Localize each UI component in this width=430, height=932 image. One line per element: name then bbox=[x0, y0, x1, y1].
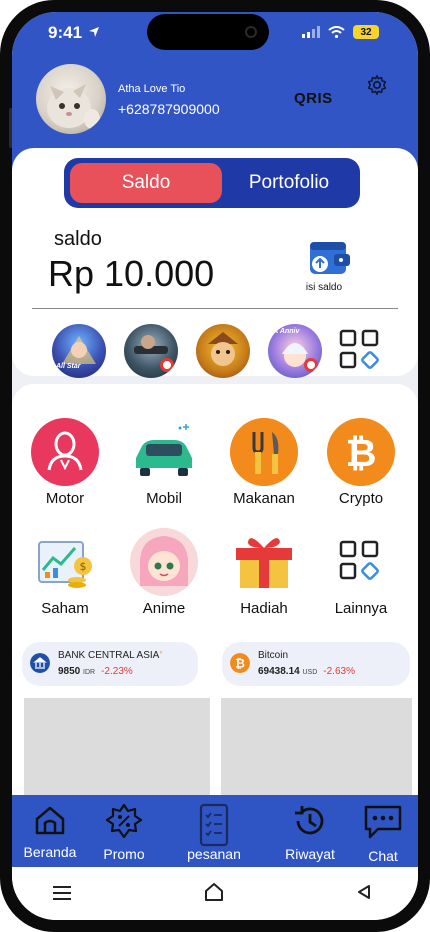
tab-saldo[interactable]: Saldo bbox=[70, 163, 222, 203]
camera-icon bbox=[245, 26, 257, 38]
menu-label: Lainnya bbox=[334, 600, 388, 617]
chart-placeholder bbox=[221, 698, 412, 808]
ticker-price: 9850 IDR -2.23% bbox=[58, 666, 133, 677]
game-free-fire[interactable] bbox=[124, 324, 178, 378]
clash-of-clans-icon bbox=[208, 332, 238, 366]
nav-label: Beranda bbox=[23, 844, 77, 860]
menu-hadiah[interactable]: Hadiah bbox=[219, 528, 309, 617]
menu-lainnya[interactable]: Lainnya bbox=[316, 528, 406, 617]
ticker-name: BANK CENTRAL ASIA° bbox=[58, 650, 163, 661]
system-navigation-bar bbox=[12, 867, 418, 920]
signal-icon bbox=[302, 26, 320, 38]
dynamic-island bbox=[147, 14, 269, 50]
balance-card: Saldo Portofolio saldo Rp 10.000 isi sal… bbox=[12, 148, 418, 378]
chart-placeholder bbox=[24, 698, 210, 808]
grid-more-icon bbox=[327, 528, 395, 596]
nav-label: Chat bbox=[368, 848, 398, 864]
cat-photo-icon bbox=[47, 84, 100, 129]
status-time: 9:41 bbox=[48, 23, 83, 42]
ticker-name: Bitcoin bbox=[258, 650, 289, 661]
game-clash-of-clans[interactable] bbox=[196, 324, 250, 378]
nav-label: Riwayat bbox=[285, 846, 335, 862]
tab-switch: Saldo Portofolio bbox=[64, 158, 360, 208]
menu-label: Crypto bbox=[338, 490, 384, 507]
menu-label: Motor bbox=[45, 490, 85, 507]
menu-makanan[interactable]: Makanan bbox=[219, 418, 309, 507]
home-icon bbox=[35, 806, 65, 835]
gear-icon[interactable] bbox=[366, 74, 388, 96]
nav-promo[interactable]: Promo bbox=[98, 803, 150, 862]
ticker-price: 69438.14 USD -2.63% bbox=[258, 666, 355, 677]
bitcoin-icon: ₿ bbox=[327, 418, 395, 486]
svg-text:$: $ bbox=[80, 560, 87, 573]
anime-girl-icon bbox=[130, 528, 198, 596]
menu-anime[interactable]: Anime bbox=[119, 528, 209, 617]
promo-badge-icon bbox=[105, 803, 143, 839]
menu-saham[interactable]: $ Saham bbox=[20, 528, 110, 617]
menu-label: Makanan bbox=[233, 490, 295, 507]
status-icons: 32 bbox=[302, 25, 379, 39]
home-icon[interactable] bbox=[203, 881, 225, 903]
services-card: Motor Mobil Makanan ₿ Crypto $ Saham Ani… bbox=[12, 384, 418, 814]
game-anniversary[interactable]: st Anniv bbox=[268, 324, 322, 378]
screen: 9:41 32 Atha Love Tio +628787909000 QRIS… bbox=[12, 12, 418, 920]
nav-label: pesanan bbox=[187, 846, 241, 862]
bank-icon bbox=[30, 653, 50, 673]
balance-value: Rp 10.000 bbox=[48, 253, 215, 294]
game-shortcuts: All Star st Anniv bbox=[52, 324, 392, 378]
svg-text:₿: ₿ bbox=[346, 431, 377, 475]
nav-label: Promo bbox=[103, 846, 145, 862]
motor-driver-icon bbox=[31, 418, 99, 486]
stock-chart-icon: $ bbox=[31, 528, 99, 596]
user-phone: +628787909000 bbox=[118, 101, 220, 117]
battery-icon: 32 bbox=[353, 25, 379, 39]
qris-button[interactable]: QRIS bbox=[294, 90, 333, 107]
bitcoin-icon: ₿ bbox=[230, 653, 250, 673]
divider bbox=[32, 308, 398, 309]
cutlery-icon bbox=[230, 418, 298, 486]
order-list-icon bbox=[199, 803, 229, 847]
svg-text:₿: ₿ bbox=[235, 657, 245, 671]
tab-portofolio[interactable]: Portofolio bbox=[224, 163, 354, 203]
nav-chat[interactable]: Chat bbox=[360, 803, 406, 864]
menu-label: Mobil bbox=[146, 490, 182, 507]
game-badge bbox=[160, 358, 174, 372]
wifi-icon bbox=[328, 26, 345, 38]
user-name: Atha Love Tio bbox=[118, 83, 186, 95]
menu-label: Saham bbox=[41, 600, 89, 617]
avatar[interactable] bbox=[36, 64, 106, 134]
history-icon bbox=[295, 806, 324, 835]
game-badge bbox=[304, 358, 318, 372]
car-icon bbox=[130, 418, 198, 486]
game-mobile-legends[interactable]: All Star bbox=[52, 324, 106, 378]
phone-frame: 9:41 32 Atha Love Tio +628787909000 QRIS… bbox=[0, 0, 430, 932]
nav-riwayat[interactable]: Riwayat bbox=[282, 803, 338, 862]
nav-pesanan[interactable]: pesanan bbox=[184, 803, 244, 862]
menu-mobil[interactable]: Mobil bbox=[119, 418, 209, 507]
menu-crypto[interactable]: ₿ Crypto bbox=[316, 418, 406, 507]
grid-more-icon[interactable] bbox=[338, 328, 382, 372]
menu-lines-icon[interactable] bbox=[52, 885, 72, 901]
gift-icon bbox=[230, 528, 298, 596]
game-caption: st Anniv bbox=[272, 328, 300, 335]
location-arrow-icon bbox=[89, 27, 99, 37]
menu-motor[interactable]: Motor bbox=[20, 418, 110, 507]
ticker-bca[interactable]: BANK CENTRAL ASIA° 9850 IDR -2.23% bbox=[22, 642, 198, 686]
menu-label: Hadiah bbox=[240, 600, 288, 617]
bottom-nav: Beranda Promo pesanan Riwayat Chat bbox=[12, 795, 418, 867]
menu-label: Anime bbox=[142, 600, 186, 617]
nav-beranda[interactable]: Beranda bbox=[22, 803, 78, 860]
game-caption: All Star bbox=[56, 363, 81, 370]
ticker-bitcoin[interactable]: ₿ Bitcoin 69438.14 USD -2.63% bbox=[222, 642, 410, 686]
balance-label: saldo bbox=[54, 228, 102, 250]
topup-label[interactable]: isi saldo bbox=[294, 282, 354, 293]
back-icon[interactable] bbox=[356, 884, 372, 900]
wallet-topup-icon[interactable] bbox=[304, 238, 352, 278]
chat-icon bbox=[364, 805, 402, 839]
